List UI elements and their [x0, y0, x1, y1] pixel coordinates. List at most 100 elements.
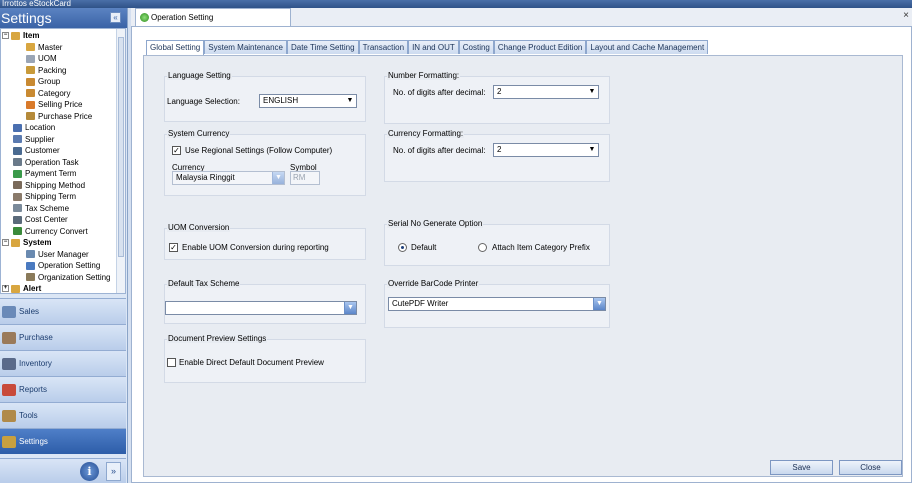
tree-item[interactable]: Payment Term [2, 168, 76, 179]
main-area: Operation Setting × Global Setting System… [131, 8, 912, 483]
chevron-down-icon[interactable]: ▼ [272, 172, 284, 184]
tab-date-time-setting[interactable]: Date Time Setting [286, 40, 359, 54]
uom-group: UOM Conversion ✓ Enable UOM Conversion d… [164, 223, 366, 260]
tree-item-label: Supplier [25, 134, 55, 144]
tree-item[interactable]: Packing [26, 65, 66, 76]
use-regional-checkbox[interactable]: ✓ [172, 146, 181, 155]
tree-item[interactable]: Customer [2, 145, 60, 156]
collapse-tree-icon[interactable]: − [2, 239, 9, 246]
number-format-group: Number Formatting: No. of digits after d… [384, 71, 610, 124]
more-buttons-icon[interactable]: » [106, 462, 121, 481]
close-icon[interactable]: × [901, 11, 911, 21]
tab-in-and-out[interactable]: IN and OUT [408, 40, 459, 54]
chevron-down-icon[interactable]: ▼ [344, 95, 356, 107]
currency-digits-select[interactable]: 2 ▼ [493, 143, 599, 157]
chevron-down-icon[interactable]: ▼ [586, 144, 598, 156]
tree-item-icon [26, 250, 35, 258]
nav-sales[interactable]: Sales [0, 298, 126, 324]
tree-item[interactable]: Cost Center [2, 214, 68, 225]
tree-item-icon [13, 192, 22, 201]
collapse-icon[interactable]: « [110, 12, 121, 23]
close-button[interactable]: Close [839, 460, 902, 475]
chevron-down-icon[interactable]: ▼ [344, 302, 356, 314]
barcode-printer-select[interactable]: CutePDF Writer ▼ [388, 297, 606, 311]
uom-enable-label: Enable UOM Conversion during reporting [182, 243, 329, 252]
serial-default-label: Default [411, 243, 437, 252]
tree-item[interactable]: Master [26, 42, 62, 53]
document-tab[interactable]: Operation Setting [135, 8, 291, 26]
tree-item[interactable]: Shipping Method [2, 180, 85, 191]
tree-item[interactable]: Organization Setting [26, 272, 111, 283]
uom-group-title: UOM Conversion [167, 223, 231, 232]
tree-item[interactable]: Operation Setting [26, 260, 100, 271]
tree-scroll-thumb[interactable] [118, 37, 124, 257]
number-format-group-title: Number Formatting: [387, 71, 461, 80]
tree-item-icon [11, 238, 20, 247]
tree-item[interactable]: − Item [2, 30, 39, 41]
tree-item-icon [13, 204, 22, 212]
tree-item[interactable]: Group [26, 76, 60, 87]
tab-change-product-edition[interactable]: Change Product Edition [493, 40, 587, 54]
serial-attach-radio[interactable] [478, 243, 487, 252]
nav-purchase[interactable]: Purchase [0, 324, 126, 350]
sidebar-footer: i » [0, 458, 126, 483]
number-digits-label: No. of digits after decimal: [393, 88, 486, 97]
tree-item[interactable]: Currency Convert [2, 226, 88, 237]
tab-system-maintenance[interactable]: System Maintenance [204, 40, 287, 54]
tree-item-icon [26, 77, 35, 86]
currency-format-group-title: Currency Formatting: [387, 129, 465, 138]
tree-item-icon [11, 284, 20, 293]
chevron-down-icon[interactable]: ▼ [593, 298, 605, 310]
chevron-down-icon[interactable]: ▼ [586, 86, 598, 98]
tree-item-label: Customer [25, 146, 60, 155]
tree-item[interactable]: + Alert [2, 283, 41, 293]
tree-item[interactable]: Category [26, 88, 70, 99]
tree-item-icon [26, 54, 35, 63]
tree-item[interactable]: Location [2, 122, 55, 133]
tab-layout-and-cache-management[interactable]: Layout and Cache Management [586, 40, 709, 54]
tree-item[interactable]: UOM [26, 53, 57, 64]
settings-icon [2, 435, 16, 448]
tree-item-icon [11, 31, 20, 40]
tree-item[interactable]: Supplier [2, 134, 54, 145]
nav-label: Purchase [19, 333, 53, 342]
tab-costing[interactable]: Costing [458, 40, 494, 54]
tree-item-label: User Manager [38, 249, 89, 259]
nav-inventory[interactable]: Inventory [0, 350, 126, 376]
tree-item-label: Purchase Price [38, 111, 93, 121]
tree-item[interactable]: Selling Price [26, 99, 82, 110]
preview-group: Document Preview Settings Enable Direct … [164, 334, 366, 383]
tree-item-icon [26, 112, 35, 120]
tree-item-label: System [23, 238, 52, 247]
global-setting-panel: Language Setting Language Selection: ENG… [143, 55, 903, 477]
tax-select[interactable]: ▼ [165, 301, 357, 315]
language-group-title: Language Setting [167, 71, 232, 80]
serial-default-radio[interactable] [398, 243, 407, 252]
tree-item-label: Master [38, 42, 63, 52]
tab-global-setting[interactable]: Global Setting [146, 40, 205, 55]
expand-icon[interactable]: + [2, 285, 9, 292]
tree-item[interactable]: Operation Task [2, 157, 79, 168]
nav-tools[interactable]: Tools [0, 402, 126, 428]
symbol-field[interactable]: RM [290, 171, 320, 185]
language-select[interactable]: ENGLISH ▼ [259, 94, 357, 108]
number-digits-select[interactable]: 2 ▼ [493, 85, 599, 99]
tree-item[interactable]: Tax Scheme [2, 203, 69, 214]
status-green-icon [140, 13, 149, 22]
tree-scrollbar[interactable] [116, 29, 125, 293]
uom-enable-checkbox[interactable]: ✓ [169, 243, 178, 252]
tree-item-label: Shipping Method [25, 180, 86, 190]
tree-item[interactable]: Shipping Term [2, 191, 76, 202]
nav-settings[interactable]: Settings [0, 428, 126, 454]
save-button[interactable]: Save [770, 460, 833, 475]
tree-item-label: Location [25, 123, 56, 132]
tree-item[interactable]: − System [2, 237, 51, 248]
tab-transaction[interactable]: Transaction [358, 40, 409, 54]
currency-select[interactable]: Malaysia Ringgit ▼ [172, 171, 285, 185]
nav-reports[interactable]: Reports [0, 376, 126, 402]
collapse-tree-icon[interactable]: − [2, 32, 9, 39]
preview-enable-checkbox[interactable] [167, 358, 176, 367]
info-icon[interactable]: i [80, 462, 99, 481]
tree-item[interactable]: Purchase Price [26, 111, 92, 122]
tree-item[interactable]: User Manager [26, 249, 89, 260]
